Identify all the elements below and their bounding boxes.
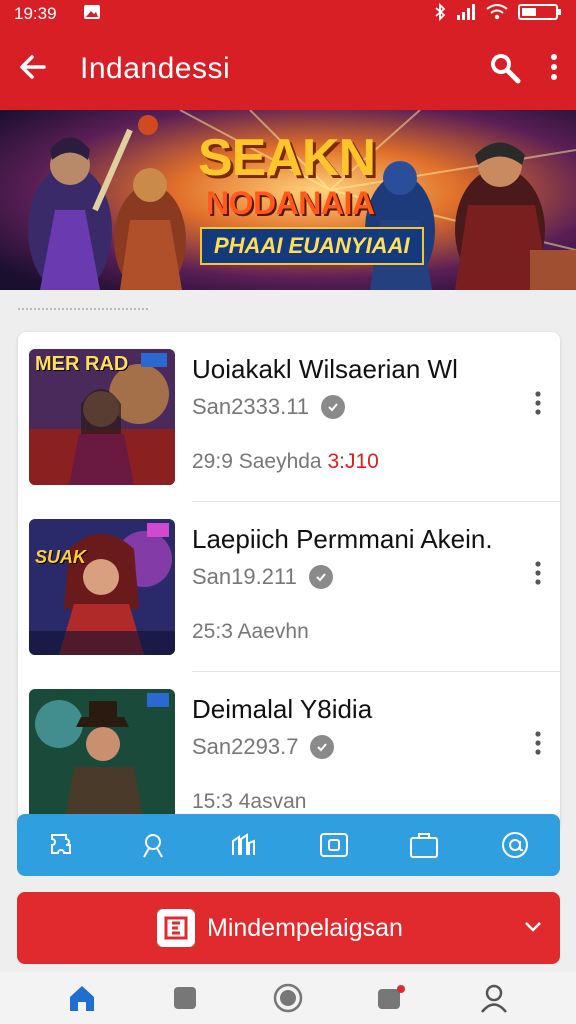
camera-icon[interactable] [314, 825, 354, 865]
game-thumbnail [29, 689, 175, 825]
list-item-title: Uoiakakl Wilsaerian Wl [192, 354, 458, 384]
chevron-down-icon[interactable] [524, 919, 542, 937]
section-divider [18, 308, 148, 312]
banner-subtitle: NODANAIA [206, 185, 375, 221]
bluetooth-icon [434, 2, 446, 26]
list-item[interactable]: SUAK Laepiich Permmani Akein. San19.211 … [18, 502, 560, 672]
list-item-meta: San19.211 [192, 564, 333, 590]
list-item[interactable]: MER RAD Uoiakakl Wilsaerian Wl San2333.1… [18, 332, 560, 502]
thumbnail-label: SUAK [35, 547, 87, 567]
verified-icon [321, 395, 346, 419]
promo-banner[interactable]: SEAKN NODANAIA PHAAI EUANYIAAI [0, 110, 576, 290]
game-list: MER RAD Uoiakakl Wilsaerian Wl San2333.1… [18, 332, 560, 832]
status-bar: 19:39 [0, 0, 576, 28]
list-item-meta: San2293.7 [192, 734, 335, 760]
profile-icon[interactable] [474, 978, 514, 1018]
list-item-subtitle-text: 25:3 Aaevhn [192, 620, 309, 643]
list-item-meta-text: San2333.11 [192, 394, 310, 419]
bag-icon[interactable] [404, 825, 444, 865]
list-item-subtitle: 25:3 Aaevhn [192, 620, 309, 644]
game-thumbnail: SUAK [29, 519, 175, 655]
signal-icon [456, 3, 476, 25]
banner-tagline: PHAAI EUANYIAAI [200, 227, 424, 265]
list-item-highlight: 3:J10 [327, 450, 379, 473]
list-item-subtitle: 15:3 4asvan [192, 790, 306, 814]
banner-title: SEAKN [198, 129, 376, 187]
gallery-notification-icon [83, 4, 101, 25]
verified-icon [310, 735, 335, 759]
list-item-subtitle: 29:9 Saeyhda 3:J10 [192, 450, 379, 474]
wifi-icon [486, 3, 508, 25]
list-item-subtitle-text: 29:9 Saeyhda [192, 450, 322, 473]
trophy-icon[interactable] [223, 825, 263, 865]
notifications-icon[interactable] [371, 978, 411, 1018]
home-icon[interactable] [62, 978, 102, 1018]
primary-action-button[interactable]: Mindempelaigsan [17, 892, 560, 964]
puzzle-icon[interactable] [42, 825, 82, 865]
bottom-navigation [0, 972, 576, 1024]
more-vert-icon[interactable] [534, 560, 542, 591]
list-item-title: Deimalal Y8idia [192, 694, 373, 724]
list-item-meta-text: San19.211 [192, 564, 297, 589]
library-icon[interactable] [165, 978, 205, 1018]
app-title: Indandessi [80, 52, 231, 85]
search-icon[interactable] [486, 49, 522, 90]
list-item-meta: San2333.11 [192, 394, 346, 420]
primary-action-label: Mindempelaigsan [207, 913, 403, 942]
thumbnail-label: MER RAD [35, 353, 129, 375]
app-logo-icon [157, 909, 195, 947]
list-item-meta-text: San2293.7 [192, 734, 299, 759]
more-vert-icon[interactable] [534, 390, 542, 421]
app-bar: Indandessi [0, 28, 576, 110]
at-icon[interactable] [495, 825, 535, 865]
list-item-title: Laepiich Permmani Akein. [192, 524, 493, 554]
more-vert-icon[interactable] [534, 730, 542, 761]
back-arrow-icon[interactable] [18, 52, 48, 87]
more-vert-icon[interactable] [550, 53, 558, 86]
status-time: 19:39 [14, 4, 57, 23]
game-thumbnail: MER RAD [29, 349, 175, 485]
search-icon[interactable] [133, 825, 173, 865]
category-tab-bar [17, 814, 560, 876]
battery-icon [518, 3, 562, 26]
record-icon[interactable] [268, 978, 308, 1018]
list-item-subtitle-text: 15:3 4asvan [192, 790, 307, 813]
verified-icon [308, 565, 333, 589]
list-item[interactable]: Deimalal Y8idia San2293.7 15:3 4asvan [18, 672, 560, 832]
